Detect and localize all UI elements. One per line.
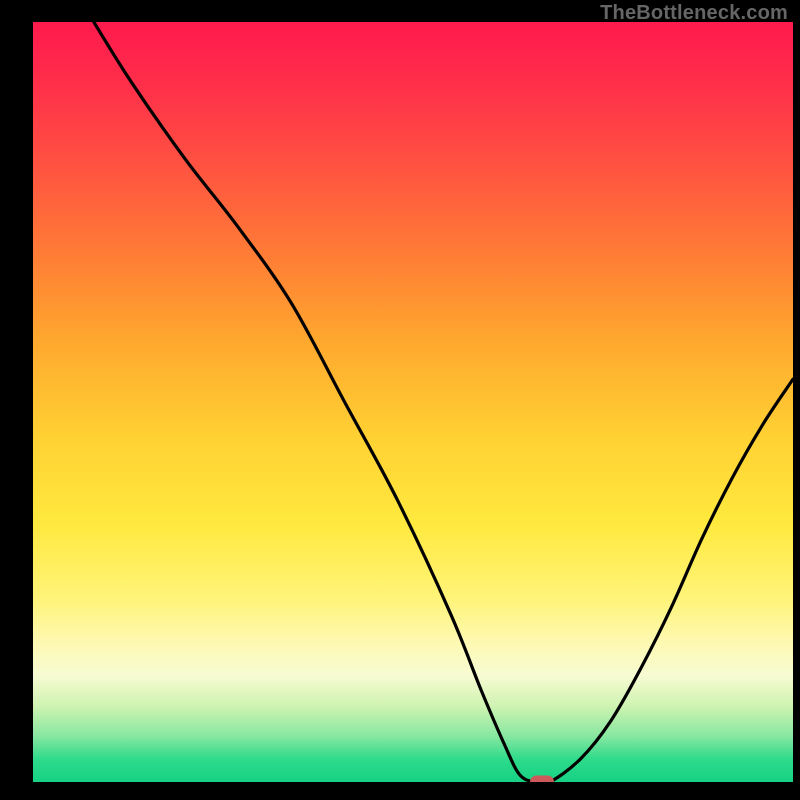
plot-area	[33, 22, 793, 782]
chart-frame: TheBottleneck.com	[0, 0, 800, 800]
curve-path	[94, 22, 793, 782]
optimum-marker	[530, 776, 554, 783]
watermark-text: TheBottleneck.com	[600, 2, 788, 25]
bottleneck-curve	[33, 22, 793, 782]
